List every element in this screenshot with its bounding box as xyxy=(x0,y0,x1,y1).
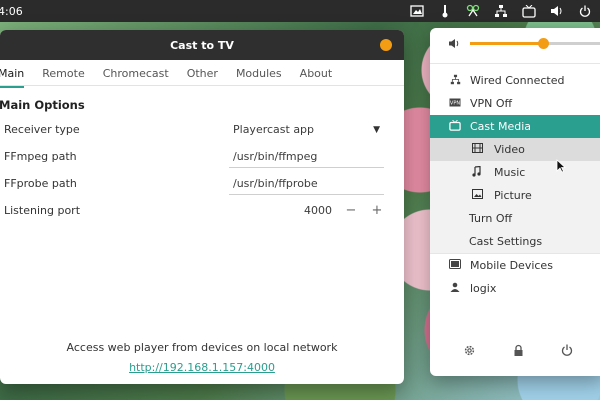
speaker-icon xyxy=(449,38,459,48)
top-panel: 4:06 xyxy=(0,0,600,22)
tab-main[interactable]: Main xyxy=(0,66,25,88)
cast-media-item[interactable]: Cast Media xyxy=(430,115,600,138)
tab-modules[interactable]: Modules xyxy=(236,66,282,86)
option-row-listening-port: Listening port 4000 − + xyxy=(0,197,404,224)
web-player-link[interactable]: http://192.168.1.157:4000 xyxy=(0,361,404,374)
receiver-type-label: Receiver type xyxy=(4,123,80,136)
ffmpeg-path-label: FFmpeg path xyxy=(4,150,77,163)
ffmpeg-path-input[interactable]: /usr/bin/ffmpeg xyxy=(229,146,384,168)
tab-remote[interactable]: Remote xyxy=(42,66,84,86)
vpn-icon: VPN xyxy=(448,98,462,110)
volume-row xyxy=(430,28,600,58)
ffprobe-path-input[interactable]: /usr/bin/ffprobe xyxy=(229,173,384,195)
receiver-type-dropdown[interactable]: Playercast app ▼ xyxy=(229,119,384,141)
decrement-button[interactable]: − xyxy=(344,203,358,218)
lock-icon[interactable] xyxy=(513,344,524,360)
video-label: Video xyxy=(494,143,525,156)
option-row-ffmpeg-path: FFmpeg path /usr/bin/ffmpeg xyxy=(0,143,404,170)
clock[interactable]: 4:06 xyxy=(0,5,23,18)
music-label: Music xyxy=(494,166,526,179)
option-row-ffprobe-path: FFprobe path /usr/bin/ffprobe xyxy=(0,170,404,197)
network-icon xyxy=(448,74,462,88)
close-window-button[interactable] xyxy=(380,39,392,51)
turn-off-label: Turn Off xyxy=(469,212,513,225)
volume-slider-handle[interactable] xyxy=(537,37,549,49)
music-note-icon xyxy=(470,165,484,180)
wired-connected-item[interactable]: Wired Connected xyxy=(430,69,600,92)
increment-button[interactable]: + xyxy=(370,203,384,218)
picture-item[interactable]: Picture xyxy=(430,184,600,207)
wired-connected-label: Wired Connected xyxy=(470,74,565,87)
tv-icon[interactable] xyxy=(522,4,536,18)
user-icon xyxy=(448,282,462,295)
cast-to-tv-window: Cast to TV Main Remote Chromecast Other … xyxy=(0,30,404,384)
option-row-receiver-type: Receiver type Playercast app ▼ xyxy=(0,116,404,143)
film-icon xyxy=(470,143,484,156)
listening-port-stepper[interactable]: 4000 − + xyxy=(304,203,384,218)
system-actions xyxy=(430,344,600,360)
system-menu: Wired Connected VPN VPN Off Cast Media V… xyxy=(430,28,600,376)
volume-icon[interactable] xyxy=(550,4,564,18)
network-icon[interactable] xyxy=(494,4,508,18)
puzzle-icon[interactable] xyxy=(466,4,480,18)
receiver-type-value: Playercast app xyxy=(233,123,315,136)
listening-port-label: Listening port xyxy=(4,204,81,217)
ffmpeg-path-value: /usr/bin/ffmpeg xyxy=(233,149,318,163)
video-item[interactable]: Video xyxy=(430,138,600,161)
mobile-devices-label: Mobile Devices xyxy=(470,259,553,272)
tv-icon xyxy=(448,119,462,134)
user-label: logix xyxy=(470,282,497,295)
window-footer: Access web player from devices on local … xyxy=(0,341,404,374)
power-icon[interactable] xyxy=(578,4,592,18)
ffprobe-path-value: /usr/bin/ffprobe xyxy=(233,176,318,190)
phone-icon xyxy=(448,259,462,272)
volume-slider-fill xyxy=(470,41,543,45)
tab-bar: Main Remote Chromecast Other Modules Abo… xyxy=(0,60,404,88)
thermometer-icon[interactable] xyxy=(438,4,452,18)
vpn-item[interactable]: VPN VPN Off xyxy=(430,92,600,115)
cast-settings-label: Cast Settings xyxy=(469,235,543,248)
screenshot-icon[interactable] xyxy=(410,4,424,18)
vpn-label: VPN Off xyxy=(470,97,513,110)
listening-port-value[interactable]: 4000 xyxy=(304,204,332,217)
window-title: Cast to TV xyxy=(170,38,234,52)
cast-settings-item[interactable]: Cast Settings xyxy=(430,230,600,253)
svg-text:VPN: VPN xyxy=(450,100,460,106)
volume-slider[interactable] xyxy=(470,37,600,49)
user-item[interactable]: logix xyxy=(430,277,600,300)
cast-media-label: Cast Media xyxy=(470,120,531,133)
system-tray xyxy=(410,4,592,18)
tab-other[interactable]: Other xyxy=(187,66,218,86)
dropdown-arrow-icon: ▼ xyxy=(373,124,380,135)
power-off-icon[interactable] xyxy=(561,344,573,360)
window-titlebar[interactable]: Cast to TV xyxy=(0,30,404,60)
turn-off-item[interactable]: Turn Off xyxy=(430,207,600,230)
web-player-info: Access web player from devices on local … xyxy=(66,341,338,354)
settings-gear-icon[interactable] xyxy=(463,344,476,360)
menu-separator xyxy=(430,63,600,64)
ffprobe-path-label: FFprobe path xyxy=(4,177,77,190)
mouse-pointer-icon xyxy=(556,159,566,173)
picture-icon xyxy=(470,189,484,202)
tab-chromecast[interactable]: Chromecast xyxy=(103,66,169,86)
main-options-heading: Main Options xyxy=(0,98,85,112)
tab-about[interactable]: About xyxy=(300,66,333,86)
music-item[interactable]: Music xyxy=(430,161,600,184)
picture-label: Picture xyxy=(494,189,532,202)
mobile-devices-item[interactable]: Mobile Devices xyxy=(430,254,600,277)
